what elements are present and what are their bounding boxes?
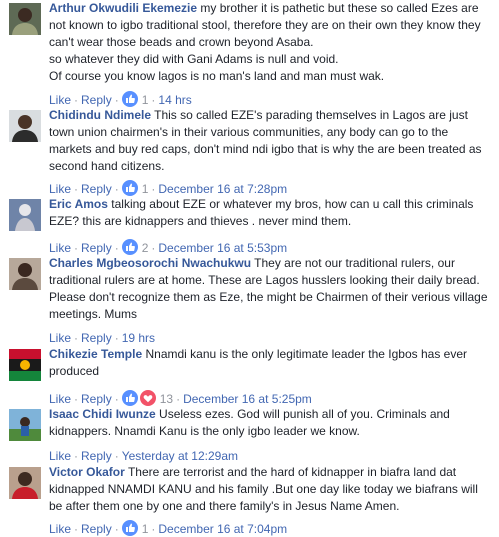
comment-actions: Like · Reply · 1 · 14 hrs: [49, 91, 192, 108]
comment-actions: Like · Reply · 1 · December 16 at 7:04pm: [49, 520, 287, 537]
reply-link[interactable]: Reply: [81, 522, 112, 536]
separator-dot: ·: [74, 241, 79, 255]
separator-dot: ·: [74, 331, 79, 345]
reaction-summary[interactable]: [121, 239, 140, 255]
like-link[interactable]: Like: [49, 392, 71, 406]
like-reaction-icon: [121, 91, 138, 107]
reaction-summary[interactable]: [121, 91, 140, 107]
like-link[interactable]: Like: [49, 182, 71, 196]
avatar[interactable]: [9, 3, 41, 35]
comment-actions: Like · Reply · 19 hrs: [49, 330, 155, 346]
comment-timestamp[interactable]: December 16 at 7:04pm: [158, 522, 287, 536]
reply-link[interactable]: Reply: [81, 93, 112, 107]
comment-author[interactable]: Eric Amos: [49, 197, 108, 211]
reaction-summary[interactable]: [121, 390, 158, 406]
separator-dot: ·: [114, 241, 119, 255]
comment-author[interactable]: Arthur Okwudili Ekemezie: [49, 1, 197, 15]
avatar[interactable]: [9, 467, 41, 499]
reaction-summary[interactable]: [121, 180, 140, 196]
comment-body: Isaac Chidi Iwunze Useless ezes. God wil…: [49, 406, 491, 440]
comment-timestamp[interactable]: 14 hrs: [158, 93, 191, 107]
comment-actions: Like · Reply · Yesterday at 12:29am: [49, 448, 238, 464]
comment-author[interactable]: Chikezie Temple: [49, 347, 142, 361]
comment-body: Victor Okafor There are terrorist and th…: [49, 464, 491, 515]
comment-timestamp[interactable]: December 16 at 5:25pm: [183, 392, 312, 406]
like-reaction-icon: [121, 390, 138, 406]
comment-timestamp[interactable]: December 16 at 7:28pm: [158, 182, 287, 196]
separator-dot: ·: [74, 182, 79, 196]
separator-dot: ·: [114, 331, 119, 345]
love-reaction-icon: [139, 390, 156, 406]
separator-dot: ·: [74, 93, 79, 107]
comment-body: Chidindu Ndimele This so called EZE's pa…: [49, 107, 491, 175]
reply-link[interactable]: Reply: [81, 331, 112, 345]
comment-timestamp[interactable]: 19 hrs: [122, 331, 155, 345]
separator-dot: ·: [74, 449, 79, 463]
comment-author[interactable]: Charles Mgbeosorochi Nwachukwu: [49, 256, 251, 270]
comment-author[interactable]: Victor Okafor: [49, 465, 125, 479]
like-link[interactable]: Like: [49, 241, 71, 255]
avatar[interactable]: [9, 349, 41, 381]
comment-actions: Like · Reply · 1 · December 16 at 7:28pm: [49, 180, 287, 197]
separator-dot: ·: [176, 392, 181, 406]
comment-body: Eric Amos talking about EZE or whatever …: [49, 196, 491, 230]
separator-dot: ·: [151, 241, 156, 255]
reply-link[interactable]: Reply: [81, 392, 112, 406]
reply-link[interactable]: Reply: [81, 182, 112, 196]
comment-text: talking about EZE or whatever my bros, h…: [49, 197, 474, 228]
like-reaction-icon: [121, 239, 138, 255]
separator-dot: ·: [74, 392, 79, 406]
separator-dot: ·: [74, 522, 79, 536]
reply-link[interactable]: Reply: [81, 449, 112, 463]
reply-link[interactable]: Reply: [81, 241, 112, 255]
avatar[interactable]: [9, 258, 41, 290]
separator-dot: ·: [151, 522, 156, 536]
comment-body: Chikezie Temple Nnamdi kanu is the only …: [49, 346, 491, 380]
separator-dot: ·: [151, 182, 156, 196]
separator-dot: ·: [114, 392, 119, 406]
comment-timestamp[interactable]: Yesterday at 12:29am: [122, 449, 238, 463]
like-link[interactable]: Like: [49, 93, 71, 107]
like-link[interactable]: Like: [49, 522, 71, 536]
avatar[interactable]: [9, 199, 41, 231]
like-link[interactable]: Like: [49, 331, 71, 345]
like-reaction-icon: [121, 520, 138, 536]
separator-dot: ·: [151, 93, 156, 107]
separator-dot: ·: [114, 93, 119, 107]
separator-dot: ·: [114, 522, 119, 536]
like-reaction-icon: [121, 180, 138, 196]
reaction-count: 13: [159, 392, 174, 406]
comment-body: Arthur Okwudili Ekemezie my brother it i…: [49, 0, 491, 85]
comment-author[interactable]: Chidindu Ndimele: [49, 108, 151, 122]
comment-actions: Like · Reply · 13 · December 16 at 5:25pm: [49, 390, 312, 407]
separator-dot: ·: [114, 449, 119, 463]
reaction-summary[interactable]: [121, 520, 140, 536]
comment-timestamp[interactable]: December 16 at 5:53pm: [158, 241, 287, 255]
comment-actions: Like · Reply · 2 · December 16 at 5:53pm: [49, 239, 287, 256]
comment-body: Charles Mgbeosorochi Nwachukwu They are …: [49, 255, 491, 323]
avatar[interactable]: [9, 409, 41, 441]
comment-author[interactable]: Isaac Chidi Iwunze: [49, 407, 156, 421]
separator-dot: ·: [114, 182, 119, 196]
avatar[interactable]: [9, 110, 41, 142]
like-link[interactable]: Like: [49, 449, 71, 463]
